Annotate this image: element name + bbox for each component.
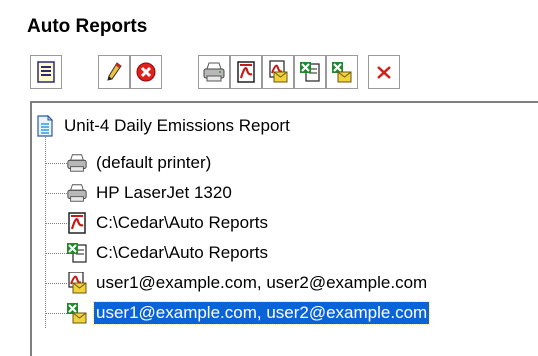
pdf-file-icon [66, 211, 88, 235]
printer-icon [66, 151, 88, 175]
edit-button[interactable] [98, 55, 130, 89]
tree-item-label: C:\Cedar\Auto Reports [96, 243, 268, 262]
tree-item-printer[interactable]: (default printer) [66, 148, 213, 178]
tree-connector [45, 313, 67, 314]
report-tree[interactable]: Unit-4 Daily Emissions Report (default p… [30, 101, 538, 356]
add-printer-button[interactable] [198, 55, 230, 89]
tree-item-printer[interactable]: HP LaserJet 1320 [66, 178, 234, 208]
excel-file-icon [299, 60, 321, 84]
pdf-email-icon [66, 271, 88, 295]
excel-file-icon [66, 241, 88, 265]
pdf-email-icon [267, 60, 289, 84]
red-x-icon [373, 60, 395, 84]
tree-item-label: HP LaserJet 1320 [96, 183, 232, 202]
add-pdf-email-button[interactable] [262, 55, 294, 89]
tree-connector [45, 283, 67, 284]
tree-connector [45, 163, 67, 164]
tree-item-pdf-file[interactable]: C:\Cedar\Auto Reports [66, 208, 270, 238]
add-pdf-file-button[interactable] [230, 55, 262, 89]
tree-item-excel-file[interactable]: C:\Cedar\Auto Reports [66, 238, 270, 268]
tree-item-label: user1@example.com, user2@example.com [92, 301, 431, 325]
delete-button[interactable] [368, 55, 400, 89]
tree-item-label: (default printer) [96, 153, 212, 172]
tree-item-excel-email[interactable]: user1@example.com, user2@example.com [66, 298, 431, 328]
add-excel-email-button[interactable] [326, 55, 358, 89]
report-icon [34, 114, 56, 138]
tree-connector [45, 193, 67, 194]
printer-icon [202, 60, 226, 84]
tree-item-pdf-email[interactable]: user1@example.com, user2@example.com [66, 268, 429, 298]
tree-connector [45, 223, 67, 224]
stop-button[interactable] [130, 55, 162, 89]
tree-item-label: Unit-4 Daily Emissions Report [64, 116, 290, 135]
toolbar [30, 55, 400, 91]
panel-title: Auto Reports [27, 16, 148, 37]
red-x-circle-icon [135, 60, 157, 84]
tree-connector [45, 253, 67, 254]
tree-item-label: user1@example.com, user2@example.com [96, 273, 428, 292]
add-excel-file-button[interactable] [294, 55, 326, 89]
pdf-file-icon [235, 60, 257, 84]
pencil-icon [103, 60, 125, 84]
report-list-icon [35, 60, 57, 84]
excel-email-icon [66, 301, 88, 325]
tree-root-item[interactable]: Unit-4 Daily Emissions Report [34, 111, 292, 141]
properties-button[interactable] [30, 55, 62, 89]
printer-icon [66, 181, 88, 205]
tree-item-label: C:\Cedar\Auto Reports [96, 213, 268, 232]
excel-email-icon [331, 60, 353, 84]
